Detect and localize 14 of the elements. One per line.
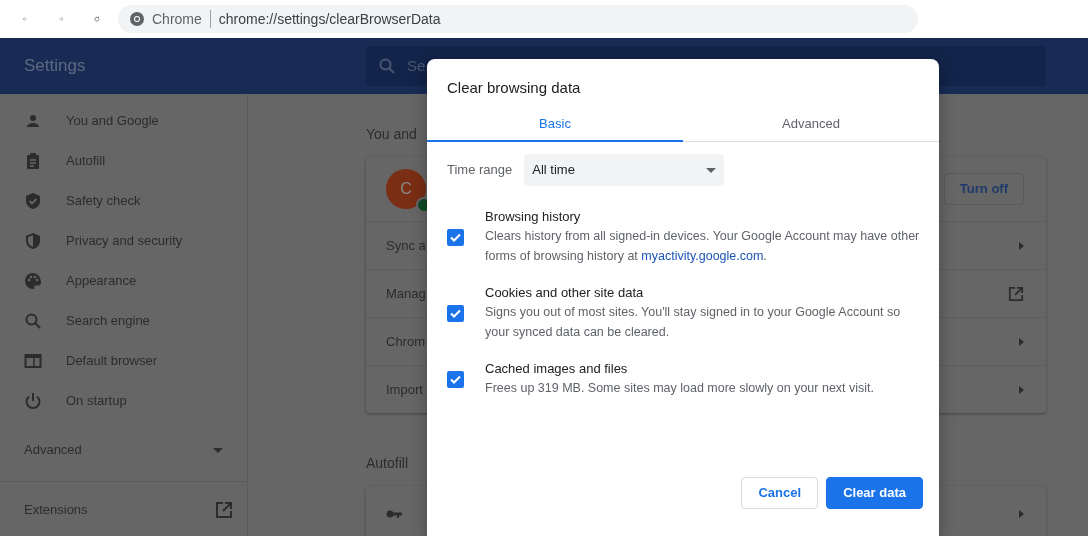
page-title: Settings	[24, 56, 86, 76]
dialog-title: Clear browsing data	[447, 79, 581, 96]
time-range-label: Time range	[447, 161, 513, 180]
option-title: Cached images and files	[485, 360, 629, 378]
option-description: Signs you out of most sites. You'll stay signed in to your Google Account so your synced data can be cleared.	[485, 304, 902, 341]
option-description: Clears history from all signed-in devices. Your Google Account may have other forms of browsing history at myactivity.google.com.	[485, 228, 921, 265]
option-description: Frees up 319 MB. Some sites may load more slowly on your next visit.	[485, 380, 876, 397]
avatar: C	[386, 169, 426, 209]
option-title: Cookies and other site data	[485, 284, 645, 302]
url-text: chrome://settings/clearBrowserData	[218, 9, 441, 29]
option-title: Browsing history	[485, 208, 582, 226]
site-label: Chrome	[152, 9, 202, 29]
section-title: You and	[366, 126, 417, 142]
section-title: Autofill	[366, 455, 409, 471]
